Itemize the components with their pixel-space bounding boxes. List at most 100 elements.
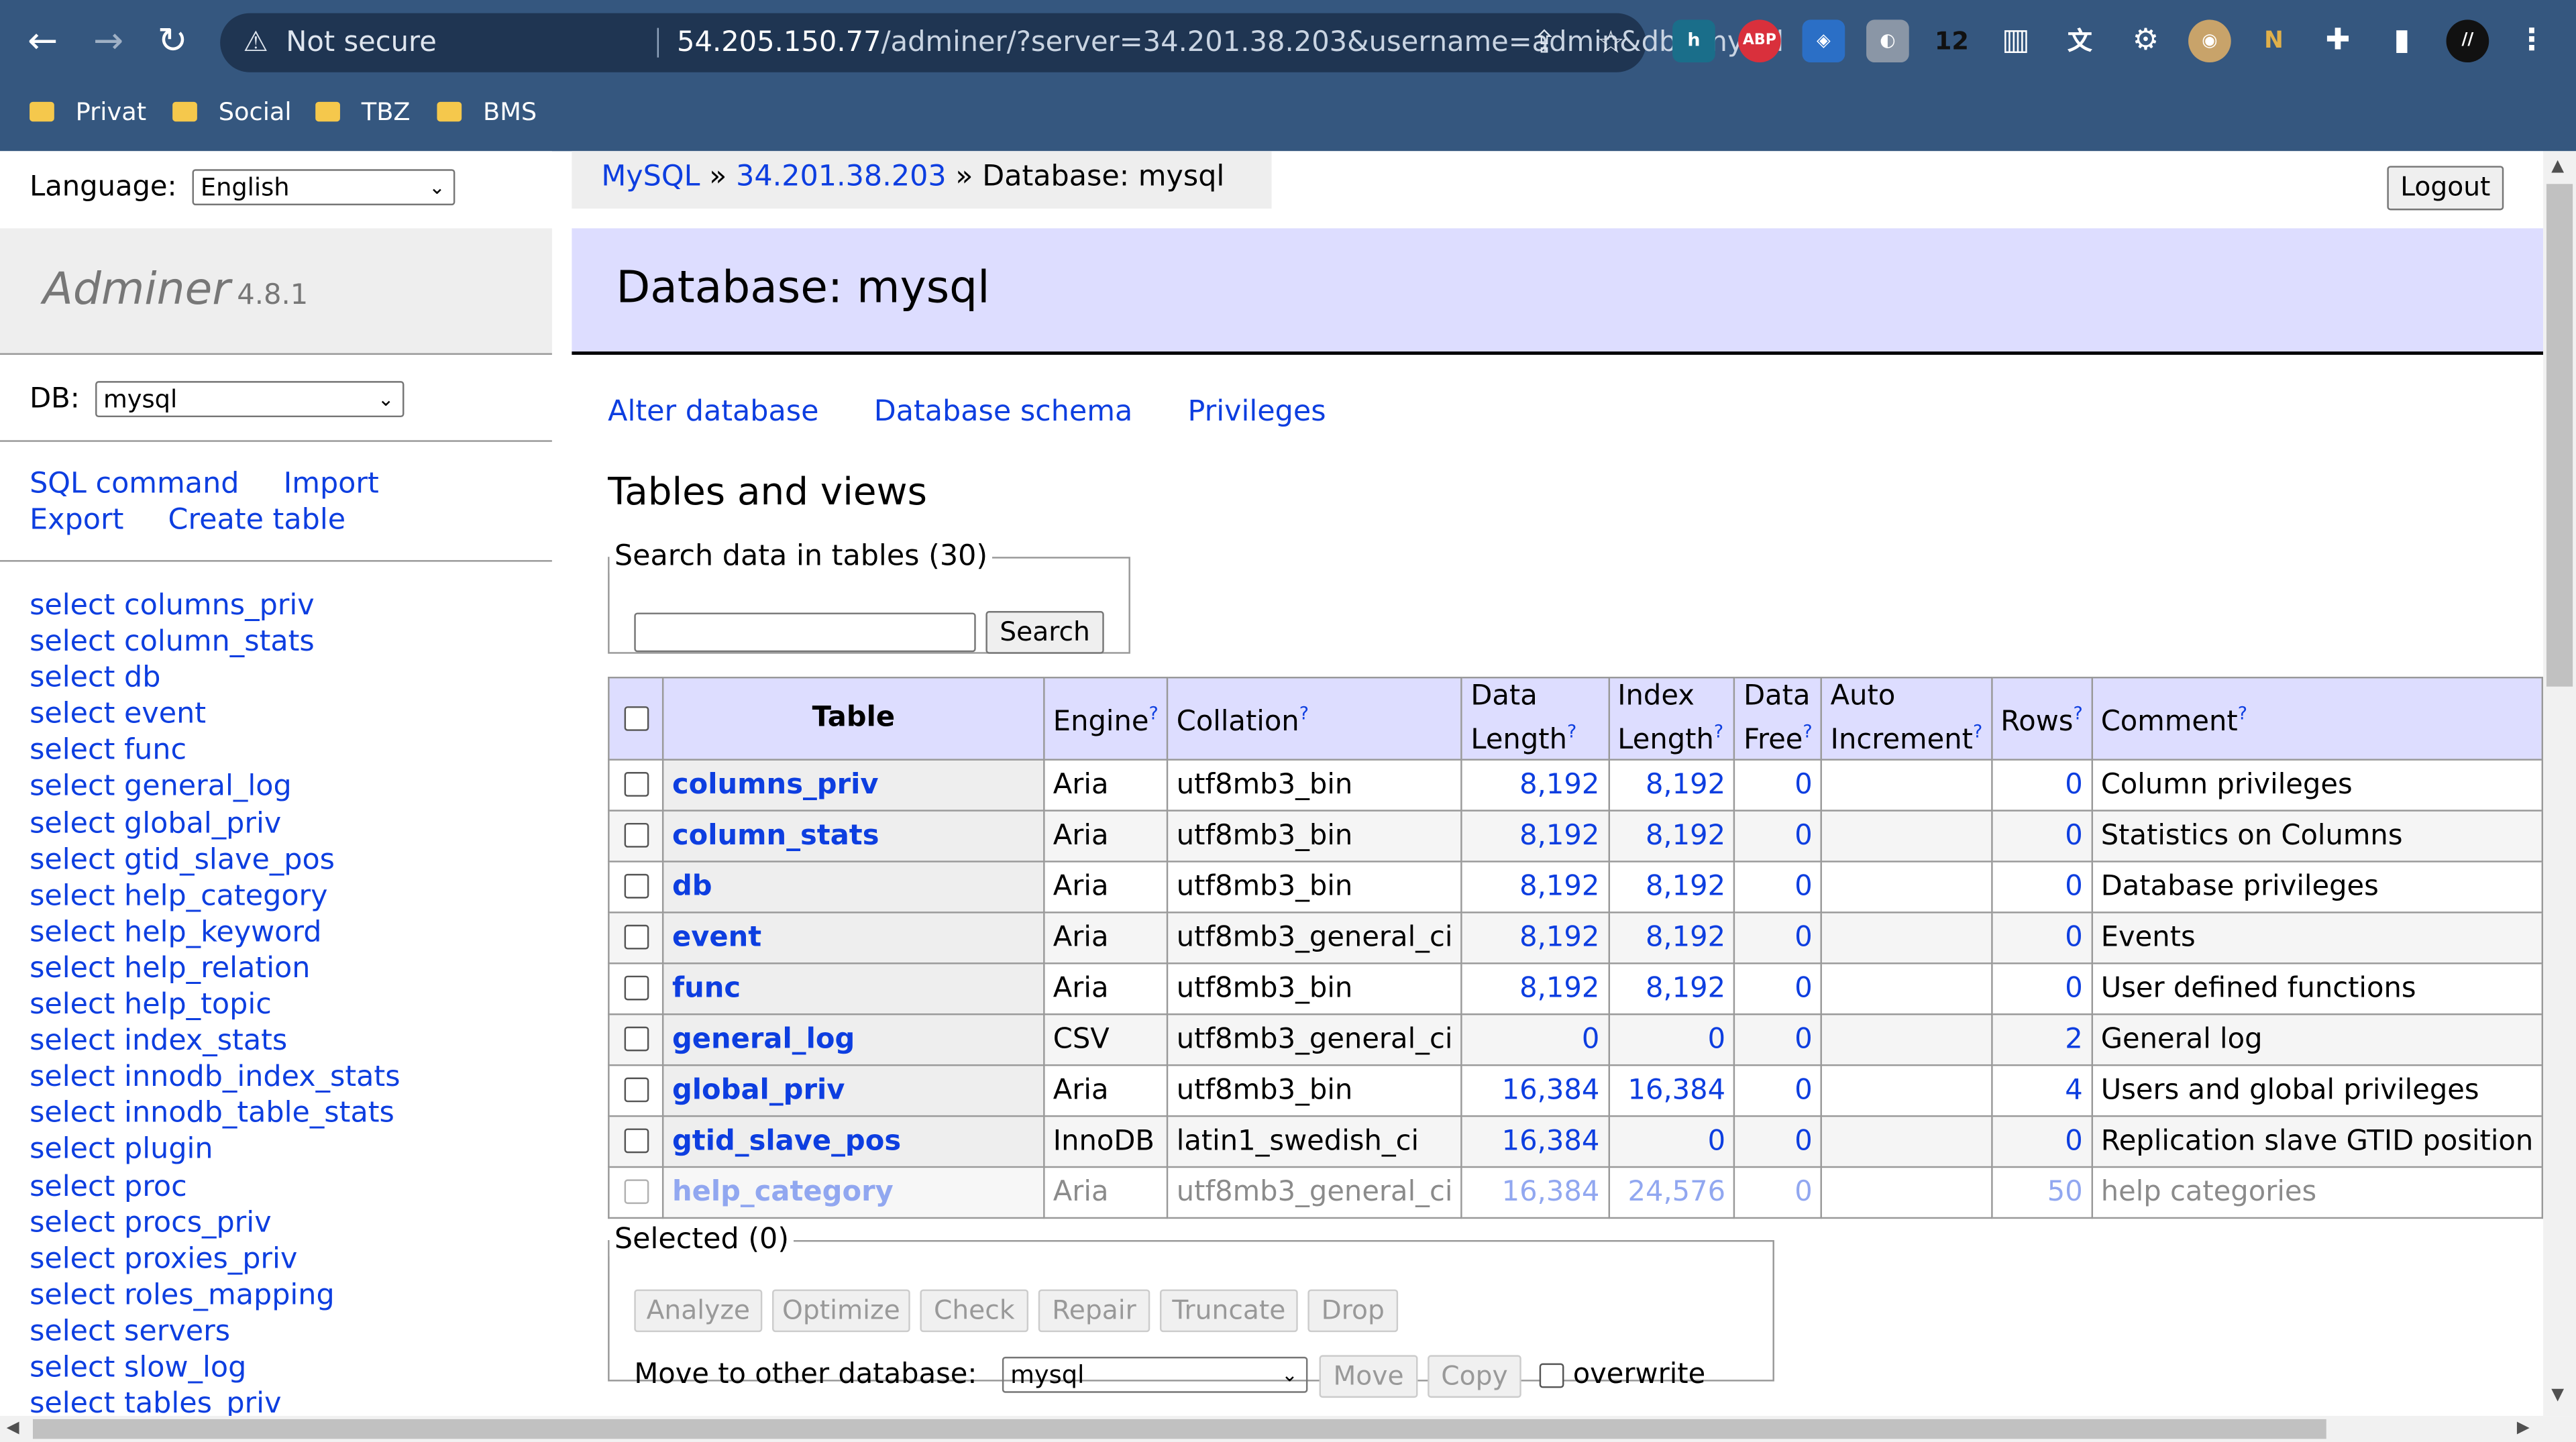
translate-extension-icon[interactable]: 文 [2059,19,2102,62]
analyze-button[interactable]: Analyze [634,1289,763,1333]
sidebar-table-link[interactable]: select help_category [30,879,400,915]
sidebar-table-link[interactable]: select innodb_index_stats [30,1060,400,1096]
sidepanel-icon[interactable]: ▮ [2381,19,2424,62]
cell-index-length[interactable]: 24,576 [1607,1165,1735,1219]
language-select[interactable]: English ⌄ [192,169,455,206]
cell-table-name[interactable]: column_stats [662,809,1045,862]
bookmark-bms[interactable]: BMS [437,95,537,128]
cell-index-length[interactable]: 0 [1607,1013,1735,1066]
adblock-plus-icon[interactable]: ABP [1738,19,1781,63]
sidebar-table-link[interactable]: select help_keyword [30,915,400,951]
row-checkbox[interactable] [623,823,649,848]
cell-table-name[interactable]: gtid_slave_pos [662,1115,1045,1168]
copy-button[interactable]: Copy [1428,1355,1521,1398]
vertical-scrollbar[interactable]: ▲ ▼ [2543,151,2576,1417]
reload-icon[interactable]: ↻ [146,16,199,68]
cell-rows[interactable]: 0 [1990,1115,2093,1168]
cell-index-length[interactable]: 0 [1607,1115,1735,1168]
extension-h-icon[interactable]: h [1672,19,1715,63]
col-index-length[interactable]: Index Length? [1607,676,1735,761]
col-auto-increment[interactable]: Auto Increment? [1820,676,1992,761]
cell-table-name[interactable]: global_priv [662,1064,1045,1117]
cell-data-length[interactable]: 8,192 [1460,758,1610,811]
sidebar-table-link[interactable]: select columns_priv [30,588,400,624]
alter-database-link[interactable]: Alter database [608,396,818,429]
row-checkbox[interactable] [623,772,649,797]
row-checkbox[interactable] [623,925,649,950]
row-checkbox[interactable] [623,1077,649,1103]
cell-index-length[interactable]: 8,192 [1607,758,1735,811]
cell-data-free[interactable]: 0 [1733,860,1823,913]
cell-table-name[interactable]: event [662,911,1045,964]
move-db-select[interactable]: mysql ⌄ [1002,1356,1308,1393]
cell-rows[interactable]: 0 [1990,911,2093,964]
sidebar-table-link[interactable]: select db [30,661,400,697]
move-button[interactable]: Move [1319,1355,1418,1398]
address-bar[interactable]: ⚠ Not secure 54.205.150.77/adminer/?serv… [220,13,1784,72]
col-comment[interactable]: Comment? [2091,676,2544,761]
col-rows[interactable]: Rows? [1990,676,2093,761]
help-icon[interactable]: ? [1973,721,1982,742]
scroll-up-icon[interactable]: ▲ [2551,158,2564,176]
puzzle-extensions-icon[interactable]: ✚ [2316,19,2359,62]
horizontal-scrollbar[interactable]: ◀ ▶ [0,1416,2576,1442]
extension-12ft-icon[interactable]: 12 [1931,19,1974,62]
create-table-link[interactable]: Create table [168,504,346,537]
help-icon[interactable]: ? [2238,703,2247,724]
cell-data-free[interactable]: 0 [1733,1064,1823,1117]
search-button[interactable]: Search [985,611,1104,654]
cell-index-length[interactable]: 16,384 [1607,1064,1735,1117]
sql-command-link[interactable]: SQL command [30,468,239,501]
privacy-extension-icon[interactable]: ◐ [1866,19,1909,63]
cell-data-free[interactable]: 0 [1733,911,1823,964]
scroll-down-icon[interactable]: ▼ [2551,1386,2564,1404]
cell-index-length[interactable]: 8,192 [1607,962,1735,1015]
database-schema-link[interactable]: Database schema [874,396,1133,429]
cell-index-length[interactable]: 8,192 [1607,809,1735,862]
cell-data-length[interactable]: 8,192 [1460,860,1610,913]
shield-extension-icon[interactable]: ◈ [1802,19,1845,63]
check-button[interactable]: Check [920,1289,1029,1333]
archive-extension-icon[interactable]: ▥ [1994,19,2037,62]
cell-rows[interactable]: 0 [1990,860,2093,913]
cell-rows[interactable]: 0 [1990,758,2093,811]
cell-data-length[interactable]: 0 [1460,1013,1610,1066]
col-data-free[interactable]: Data Free? [1733,676,1823,761]
cell-table-name[interactable]: general_log [662,1013,1045,1066]
sidebar-table-link[interactable]: select help_relation [30,951,400,987]
col-table[interactable]: Table [662,676,1045,761]
back-icon[interactable]: ← [16,16,68,68]
breadcrumb-server[interactable]: 34.201.38.203 [736,161,947,194]
bookmark-privat[interactable]: Privat [30,95,146,128]
bookmark-tbz[interactable]: TBZ [315,95,411,128]
drop-button[interactable]: Drop [1307,1289,1399,1333]
cell-data-length[interactable]: 8,192 [1460,809,1610,862]
overwrite-checkbox[interactable] [1539,1362,1564,1388]
sidebar-table-link[interactable]: select index_stats [30,1023,400,1060]
help-icon[interactable]: ? [1714,721,1723,742]
scroll-right-icon[interactable]: ▶ [2517,1419,2530,1437]
row-checkbox[interactable] [623,1179,649,1205]
cell-rows[interactable]: 4 [1990,1064,2093,1117]
repair-button[interactable]: Repair [1038,1289,1150,1333]
forward-icon[interactable]: → [82,16,134,68]
cell-table-name[interactable]: func [662,962,1045,1015]
select-all-checkbox[interactable] [623,706,649,731]
scroll-left-icon[interactable]: ◀ [7,1419,19,1437]
cell-index-length[interactable]: 8,192 [1607,911,1735,964]
export-link[interactable]: Export [30,504,123,537]
sidebar-table-link[interactable]: select plugin [30,1132,400,1168]
cell-data-free[interactable]: 0 [1733,1013,1823,1066]
overwrite-option[interactable]: overwrite [1539,1358,1705,1391]
cell-data-free[interactable]: 0 [1733,962,1823,1015]
row-checkbox[interactable] [623,976,649,1001]
col-collation[interactable]: Collation? [1167,676,1463,761]
sidebar-table-link[interactable]: select procs_priv [30,1205,400,1241]
help-icon[interactable]: ? [1803,721,1812,742]
sidebar-table-link[interactable]: select event [30,697,400,733]
cell-data-length[interactable]: 16,384 [1460,1115,1610,1168]
cell-table-name[interactable]: columns_priv [662,758,1045,811]
cell-data-free[interactable]: 0 [1733,1115,1823,1168]
help-icon[interactable]: ? [1567,721,1576,742]
cell-data-free[interactable]: 0 [1733,758,1823,811]
